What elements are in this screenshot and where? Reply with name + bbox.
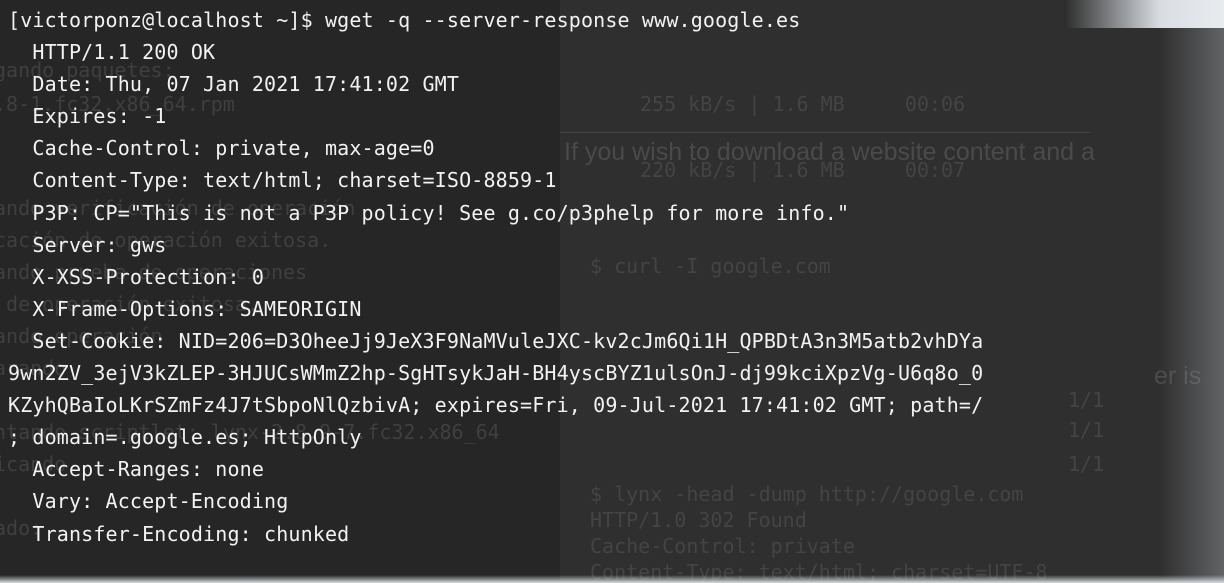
terminal-output[interactable]: [victorponz@localhost ~]$ wget -q --serv…: [0, 0, 1224, 583]
terminal-line: Transfer-Encoding: chunked: [8, 521, 350, 546]
terminal-line: Content-Type: text/html; charset=ISO-885…: [8, 168, 557, 193]
terminal-line: Date: Thu, 07 Jan 2021 17:41:02 GMT: [8, 72, 460, 97]
terminal-line: X-XSS-Protection: 0: [8, 264, 265, 289]
terminal-line: Expires: -1: [8, 104, 167, 129]
terminal-line: X-Frame-Options: SAMEORIGIN: [8, 296, 362, 321]
terminal-line: Server: gws: [8, 232, 167, 257]
screenshot: gando paquetes: .8-1.fc32.x86_64.rpm and…: [0, 0, 1224, 583]
terminal-line: Cache-Control: private, max-age=0: [8, 136, 435, 161]
terminal-line: Vary: Accept-Encoding: [8, 489, 289, 514]
terminal-line: Accept-Ranges: none: [8, 457, 265, 482]
terminal-line: P3P: CP="This is not a P3P policy! See g…: [8, 200, 850, 225]
terminal-line: KZyhQBaIoLKrSZmFz4J7tSbpoNlQzbivA; expir…: [8, 393, 984, 418]
terminal-line: HTTP/1.1 200 OK: [8, 40, 216, 64]
terminal-prompt-line: [victorponz@localhost ~]$ wget -q --serv…: [8, 8, 801, 32]
terminal-line: 9wn2ZV_3ejV3kZLEP-3HJUCsWMmZ2hp-SgHTsykJ…: [8, 361, 984, 385]
terminal-line: Set-Cookie: NID=206=D3OheeJj9JeX3F9NaMVu…: [8, 328, 984, 353]
terminal-line: ; domain=.google.es; HttpOnly: [8, 425, 362, 450]
